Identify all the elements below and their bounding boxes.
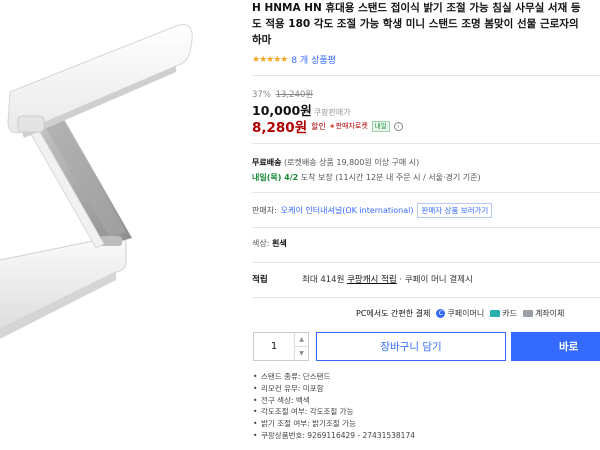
info-icon[interactable]: i xyxy=(393,121,403,131)
payment-intro: PC에서도 간편한 결제 xyxy=(356,309,431,318)
color-option-row: 색상: 흰색 xyxy=(252,238,287,249)
discount-rate: 37% xyxy=(252,90,271,100)
coupay-money-option[interactable]: C 쿠페이머니 xyxy=(436,308,484,319)
bank-icon xyxy=(522,310,533,317)
coupon-price-row: 8,280원 할인 ✦ 판매자로켓 내일 i xyxy=(252,116,403,136)
seller-rocket-label: 판매자로켓 xyxy=(335,122,368,130)
free-shipping-label: 무료배송 xyxy=(252,158,282,167)
account-label: 계좌이체 xyxy=(534,309,565,318)
quantity-arrows: ▲ ▼ xyxy=(294,333,308,360)
quantity-input[interactable]: 1 xyxy=(254,333,294,360)
quantity-up-icon[interactable]: ▲ xyxy=(295,333,308,347)
divider xyxy=(252,262,600,263)
spec-item: 리모컨 유무: 미포함 xyxy=(252,383,415,395)
spec-list: 스탠드 종류: 단스탠드 리모컨 유무: 미포함 전구 색상: 백색 각도조절 … xyxy=(252,371,415,442)
spec-item: 쿠팡상품번호: 9269116429 - 27431538174 xyxy=(252,430,415,442)
seller-name-link[interactable]: 오케이 인터내셔널(OK international) xyxy=(281,205,414,216)
quantity-down-icon[interactable]: ▼ xyxy=(295,347,308,360)
divider xyxy=(252,75,600,76)
original-price: 13,240원 xyxy=(275,90,314,100)
seller-label: 판매자: xyxy=(252,206,277,215)
product-title: H HNMA HN 휴대용 스탠드 접이식 밝기 조절 가능 침실 사무실 서재… xyxy=(252,0,600,48)
spec-item: 각도조절 여부: 각도조절 가능 xyxy=(252,406,415,418)
rating-row: ★★★★★ 8 개 상품평 xyxy=(252,53,336,67)
card-label: 카드 xyxy=(502,309,517,318)
product-image xyxy=(0,0,242,372)
coupang-cash-link[interactable]: 쿠팡캐시 적립 xyxy=(347,275,397,285)
points-suffix: · 쿠페이 머니 결제시 xyxy=(399,275,473,285)
free-shipping-detail: (로켓배송 상품 19,800원 이상 구매 시) xyxy=(284,158,420,167)
points-row: 적립 최대 414원 쿠팡캐시 적립 · 쿠페이 머니 결제시 xyxy=(252,273,473,285)
card-icon xyxy=(490,310,501,317)
buy-now-button[interactable]: 바로 xyxy=(511,332,600,361)
seller-products-button[interactable]: 판매자 상품 보러가기 xyxy=(417,203,493,218)
points-text: 최대 414원 쿠팡캐시 적립 · 쿠페이 머니 결제시 xyxy=(302,273,473,285)
arrival-row: 내일(목) 4/2 도착 보장 (11시간 12분 내 주문 시 / 서울⋅경기… xyxy=(252,172,481,183)
color-label: 색상: xyxy=(252,239,270,248)
payment-options-row: PC에서도 간편한 결제 C 쿠페이머니 카드 계좌이체 xyxy=(356,308,564,319)
product-info-panel: H HNMA HN 휴대용 스탠드 접이식 밝기 조절 가능 침실 사무실 서재… xyxy=(252,0,600,450)
points-prefix: 최대 414원 xyxy=(302,275,345,285)
spec-item: 밝기 조절 여부: 밝기조절 가능 xyxy=(252,418,415,430)
account-transfer-option[interactable]: 계좌이체 xyxy=(522,308,565,319)
seller-rocket-badge: ✦ 판매자로켓 xyxy=(329,121,368,131)
arrival-label: 도착 보장 xyxy=(300,173,333,182)
coupon-label: 할인 xyxy=(311,121,326,131)
spec-item: 전구 색상: 백색 xyxy=(252,395,415,407)
shipping-row: 무료배송 (로켓배송 상품 19,800원 이상 구매 시) xyxy=(252,157,419,168)
product-title-line: 도 적용 180 각도 조절 가능 학생 미니 스탠드 조명 봄맞이 선물 근로… xyxy=(252,18,579,30)
coupay-label: 쿠페이머니 xyxy=(447,309,485,318)
discount-row: 37% 13,240원 xyxy=(252,88,313,100)
coupay-icon: C xyxy=(436,309,446,318)
product-title-line: H HNMA HN 휴대용 스탠드 접이식 밝기 조절 가능 침실 사무실 서재… xyxy=(252,2,581,14)
tomorrow-badge: 내일 xyxy=(371,120,390,132)
add-to-cart-button[interactable]: 장바구니 담기 xyxy=(316,332,506,361)
divider xyxy=(252,297,600,298)
arrival-detail: (11시간 12분 내 주문 시 / 서울⋅경기 기준) xyxy=(335,173,481,182)
divider xyxy=(252,227,600,228)
spec-item: 스탠드 종류: 단스탠드 xyxy=(252,371,415,383)
arrival-date: 내일(목) 4/2 xyxy=(252,173,299,182)
divider xyxy=(252,192,600,193)
product-title-line: 하마 xyxy=(252,34,272,46)
seller-row: 판매자: 오케이 인터내셔널(OK international) 판매자 상품 … xyxy=(252,203,493,218)
color-value: 흰색 xyxy=(271,239,287,248)
star-rating-icon: ★★★★★ xyxy=(252,54,288,65)
fire-icon: ✦ xyxy=(328,121,336,131)
divider xyxy=(252,143,600,144)
points-label: 적립 xyxy=(252,275,268,285)
review-count-link[interactable]: 8 개 상품평 xyxy=(291,53,336,66)
coupon-price: 8,280원 xyxy=(252,120,308,136)
card-option[interactable]: 카드 xyxy=(490,308,517,319)
quantity-stepper[interactable]: 1 ▲ ▼ xyxy=(253,332,309,361)
